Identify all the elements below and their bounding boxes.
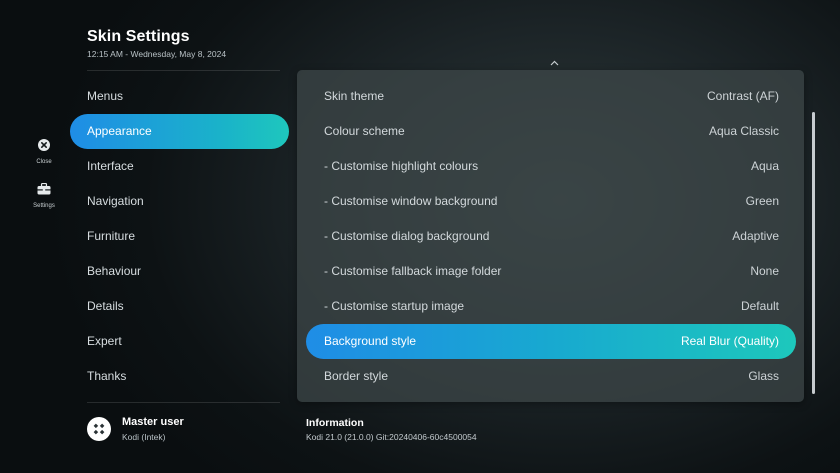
- setting-startup-image[interactable]: - Customise startup image Default: [306, 289, 796, 324]
- menu-item-furniture[interactable]: Furniture: [70, 219, 289, 254]
- menu-divider: [87, 402, 280, 403]
- chevron-up-icon[interactable]: [550, 58, 559, 68]
- setting-skin-theme[interactable]: Skin theme Contrast (AF): [306, 79, 796, 114]
- setting-label: - Customise window background: [324, 194, 498, 208]
- menu-item-interface[interactable]: Interface: [70, 149, 289, 184]
- setting-value: None: [750, 264, 779, 278]
- user-name: Master user: [122, 416, 184, 428]
- menu-item-menus[interactable]: Menus: [70, 79, 289, 114]
- setting-value: Contrast (AF): [706, 89, 779, 103]
- setting-label: - Customise dialog background: [324, 229, 490, 243]
- menu-item-expert[interactable]: Expert: [70, 324, 289, 359]
- setting-label: - Customise highlight colours: [324, 159, 479, 173]
- toolbox-icon: [26, 182, 62, 200]
- setting-border-style[interactable]: Border style Glass: [306, 359, 796, 394]
- settings-button[interactable]: Settings: [26, 182, 62, 209]
- datetime-text: 12:15 AM - Wednesday, May 8, 2024: [87, 49, 227, 59]
- setting-fallback-image-folder[interactable]: - Customise fallback image folder None: [306, 254, 796, 289]
- setting-value: Aqua Classic: [708, 124, 779, 138]
- information-text: Kodi 21.0 (21.0.0) Git:20240406-60c45000…: [306, 432, 477, 442]
- setting-colour-scheme[interactable]: Colour scheme Aqua Classic: [306, 114, 796, 149]
- setting-background-style[interactable]: Background style Real Blur (Quality): [306, 324, 796, 359]
- setting-value: Default: [740, 299, 779, 313]
- setting-label: Background style: [324, 334, 417, 348]
- setting-label: - Customise fallback image folder: [324, 264, 502, 278]
- menu-item-appearance[interactable]: Appearance: [70, 114, 289, 149]
- setting-value: Green: [745, 194, 779, 208]
- setting-label: Colour scheme: [324, 124, 405, 138]
- settings-panel: Skin theme Contrast (AF) Colour scheme A…: [297, 70, 804, 402]
- setting-value: Adaptive: [732, 229, 779, 243]
- settings-scrollbar[interactable]: [812, 112, 815, 394]
- menu-item-navigation[interactable]: Navigation: [70, 184, 289, 219]
- information-title: Information: [306, 417, 364, 429]
- header-divider: [87, 70, 280, 71]
- setting-value: Aqua: [750, 159, 779, 173]
- page-title: Skin Settings: [87, 28, 190, 45]
- kodi-logo-icon: [87, 417, 111, 441]
- category-menu: Menus Appearance Interface Navigation Fu…: [70, 79, 289, 394]
- close-label: Close: [36, 159, 52, 165]
- setting-label: Skin theme: [324, 89, 385, 103]
- setting-label: - Customise startup image: [324, 299, 465, 313]
- information-box: Information Kodi 21.0 (21.0.0) Git:20240…: [306, 417, 477, 442]
- page-header: Skin Settings 12:15 AM - Wednesday, May …: [87, 28, 226, 59]
- close-icon: [26, 138, 62, 156]
- settings-label: Settings: [33, 203, 55, 209]
- setting-value: Real Blur (Quality): [680, 334, 779, 348]
- close-button[interactable]: Close: [26, 138, 62, 165]
- setting-dialog-background[interactable]: - Customise dialog background Adaptive: [306, 219, 796, 254]
- user-profile-name: Kodi (Intek): [122, 432, 166, 442]
- setting-label: Border style: [324, 369, 389, 383]
- setting-window-background[interactable]: - Customise window background Green: [306, 184, 796, 219]
- setting-value: Glass: [748, 369, 779, 383]
- menu-item-behaviour[interactable]: Behaviour: [70, 254, 289, 289]
- setting-highlight-colours[interactable]: - Customise highlight colours Aqua: [306, 149, 796, 184]
- menu-item-thanks[interactable]: Thanks: [70, 359, 289, 394]
- menu-item-details[interactable]: Details: [70, 289, 289, 324]
